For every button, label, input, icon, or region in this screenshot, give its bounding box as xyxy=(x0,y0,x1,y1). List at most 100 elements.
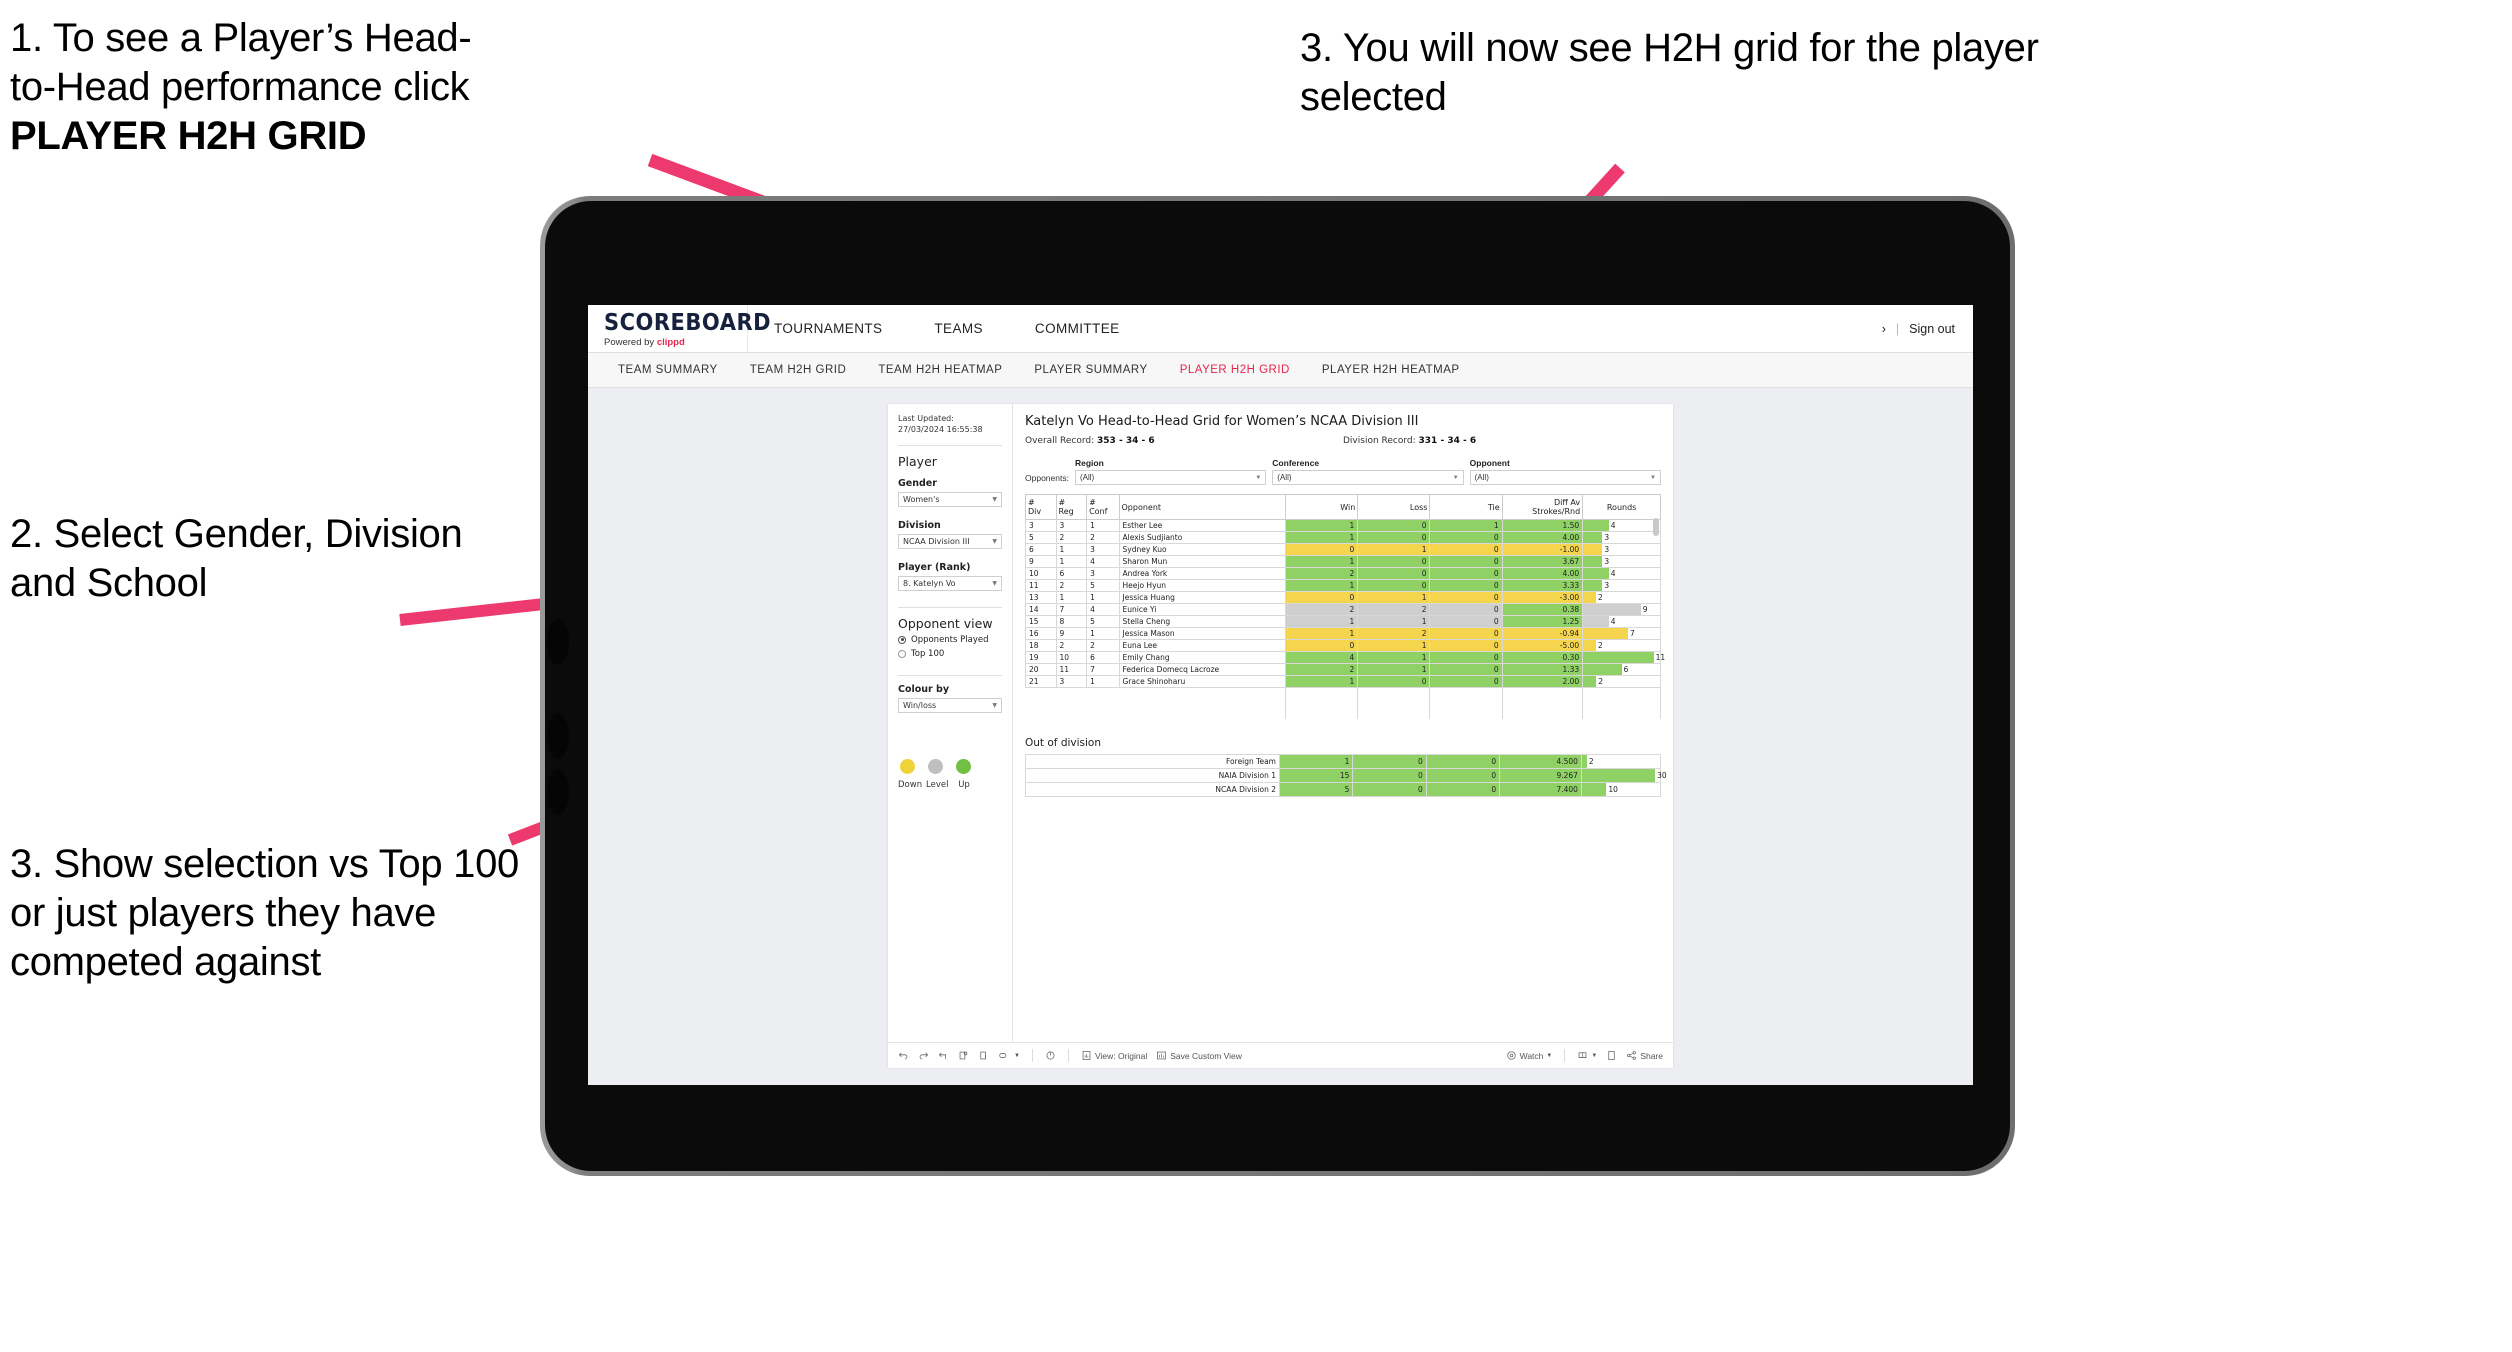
tab-team-summary[interactable]: TEAM SUMMARY xyxy=(602,364,734,376)
gender-label: Gender xyxy=(898,477,937,489)
table-cell: 6 xyxy=(1025,543,1057,557)
table-row[interactable]: 11 2 5 Heejo Hyun 1 0 0 3.33 3 xyxy=(1025,579,1661,593)
radio-opponents-played[interactable]: Opponents Played xyxy=(898,635,1002,645)
tab-team-h2h-heatmap[interactable]: TEAM H2H HEATMAP xyxy=(862,364,1018,376)
table-row[interactable]: 15 8 5 Stella Cheng 1 1 0 1.25 4 xyxy=(1025,615,1661,629)
player-rank-label: Player (Rank) xyxy=(898,561,971,573)
rounds-bar xyxy=(1583,628,1628,640)
gender-select[interactable]: Women's ▼ xyxy=(898,491,1002,507)
table-cell: 0 xyxy=(1429,531,1503,545)
table-row[interactable]: 19 10 6 Emily Chang 4 1 0 0.30 11 xyxy=(1025,651,1665,665)
column-header[interactable]: # Conf xyxy=(1086,493,1120,521)
nav-item-teams[interactable]: TEAMS xyxy=(908,305,1009,352)
last-updated-label: Last Updated: 27/03/2024 16:55:38 xyxy=(898,414,983,434)
annotation-step-1-line1: 1. To see a Player’s Head- xyxy=(10,16,472,60)
tab-player-h2h-heatmap[interactable]: PLAYER H2H HEATMAP xyxy=(1306,364,1476,376)
table-row[interactable]: 3 3 1 Esther Lee 1 0 1 1.50 4 xyxy=(1025,519,1661,533)
column-header[interactable]: Rounds xyxy=(1582,493,1661,521)
opponent-name: Sharon Mun xyxy=(1118,555,1287,569)
nav-item-tournaments[interactable]: TOURNAMENTS xyxy=(748,305,908,352)
opponent-name: Alexis Sudjianto xyxy=(1118,531,1287,545)
tablet-side-button-bottom xyxy=(547,769,569,815)
chevron-right-icon[interactable]: › xyxy=(1882,322,1886,336)
diff-cell: 9.267 xyxy=(1499,768,1582,784)
colour-by-select[interactable]: Win/loss ▼ xyxy=(898,697,1002,713)
rounds-bar xyxy=(1583,640,1596,652)
division-select[interactable]: NCAA Division III ▼ xyxy=(898,533,1002,549)
table-row[interactable]: 20 11 7 Federica Domecq Lacroze 2 1 0 1.33 6 xyxy=(1025,663,1661,677)
table-row[interactable]: 9 1 4 Sharon Mun 1 0 0 3.67 3 xyxy=(1025,555,1661,569)
column-header[interactable]: Loss xyxy=(1357,493,1431,521)
save-custom-view-button[interactable]: Save Custom View xyxy=(1156,1050,1242,1061)
table-scrollbar[interactable] xyxy=(1653,510,1659,710)
table-cell: 0 xyxy=(1429,639,1503,653)
annotation-step-4: 3. You will now see H2H grid for the pla… xyxy=(1300,26,2039,119)
divider: | xyxy=(1895,321,1900,336)
pause-icon[interactable] xyxy=(978,1050,989,1061)
share-button[interactable]: Share xyxy=(1626,1050,1663,1061)
overall-record-label: Overall Record: xyxy=(1025,436,1095,446)
legend-label-down: Down xyxy=(898,779,923,790)
table-cell: 3 xyxy=(1086,543,1120,557)
rounds-value: 3 xyxy=(1604,544,1610,554)
chevron-down-icon: ▼ xyxy=(992,537,997,545)
out-of-division-row[interactable]: NAIA Division 1 15 0 0 9.267 30 xyxy=(1025,768,1667,784)
table-cell: 1 xyxy=(1357,615,1431,629)
tablet-side-button-top xyxy=(547,619,569,665)
column-header[interactable]: Tie xyxy=(1429,493,1503,521)
rounds-bar xyxy=(1583,652,1654,664)
table-row[interactable]: 5 2 2 Alexis Sudjianto 1 0 0 4.00 3 xyxy=(1025,531,1661,545)
revert-icon[interactable] xyxy=(938,1050,949,1061)
conference-label: Conference xyxy=(1272,458,1320,468)
player-rank-select[interactable]: 8. Katelyn Vo ▼ xyxy=(898,575,1002,591)
column-header[interactable]: Diff Av Strokes/Rnd xyxy=(1501,493,1584,521)
out-of-division-row[interactable]: Foreign Team 1 0 0 4.500 2 xyxy=(1025,754,1662,770)
region-select[interactable]: (All) ▼ xyxy=(1074,470,1267,485)
brand-logo[interactable]: SCOREBOARD Powered by clippd xyxy=(588,305,771,352)
view-original-button[interactable]: View: Original xyxy=(1081,1050,1147,1061)
undo-icon[interactable] xyxy=(898,1050,909,1061)
table-cell: 0 xyxy=(1357,579,1431,593)
nav-item-committee[interactable]: COMMITTEE xyxy=(1009,305,1146,352)
radio-top-100[interactable]: Top 100 xyxy=(898,649,1002,659)
conference-select[interactable]: (All) ▼ xyxy=(1272,470,1464,485)
logo-subtitle-prefix: Powered by xyxy=(604,336,657,348)
table-row[interactable]: 13 1 1 Jessica Huang 0 1 0 -3.00 2 xyxy=(1025,591,1661,605)
table-row[interactable]: 10 6 3 Andrea York 2 0 0 4.00 4 xyxy=(1025,567,1661,581)
table-row[interactable]: 18 2 2 Euna Lee 0 1 0 -5.00 2 xyxy=(1025,639,1661,653)
table-cell: 1 xyxy=(1357,663,1431,677)
column-header[interactable]: # Div xyxy=(1025,493,1057,521)
table-row[interactable]: 16 9 1 Jessica Mason 1 2 0 -0.94 7 xyxy=(1025,627,1661,641)
annotation-step-3: 3. Show selection vs Top 100 or just pla… xyxy=(10,842,519,984)
download-button[interactable]: ▼ xyxy=(1577,1050,1597,1061)
tab-player-h2h-grid[interactable]: PLAYER H2H GRID xyxy=(1164,364,1306,376)
column-header[interactable]: # Reg xyxy=(1055,493,1088,521)
table-row[interactable]: 14 7 4 Eunice Yi 2 2 0 0.38 9 xyxy=(1025,603,1661,617)
sign-out-link[interactable]: Sign out xyxy=(1909,322,1955,336)
table-cell: 3 xyxy=(1086,567,1120,581)
redo-icon[interactable] xyxy=(918,1050,929,1061)
opponent-select[interactable]: (All) ▼ xyxy=(1469,470,1661,485)
colour-by-filter: Colour by Win/loss ▼ xyxy=(898,684,1002,713)
annotation-step-1-bold: PLAYER H2H GRID xyxy=(10,113,367,158)
column-header[interactable]: Opponent xyxy=(1118,493,1287,521)
opponent-name: Eunice Yi xyxy=(1118,603,1287,617)
tab-player-summary[interactable]: PLAYER SUMMARY xyxy=(1018,364,1163,376)
column-header[interactable]: Win xyxy=(1285,493,1359,521)
scrollbar-thumb[interactable] xyxy=(1653,518,1659,536)
pause-auto-update-icon[interactable] xyxy=(1045,1050,1056,1061)
tab-team-h2h-grid[interactable]: TEAM H2H GRID xyxy=(734,364,863,376)
table-cell: 4 xyxy=(1086,603,1120,617)
table-cell: 14 xyxy=(1025,603,1057,617)
table-row[interactable]: 6 1 3 Sydney Kuo 0 1 0 -1.00 3 xyxy=(1025,543,1661,557)
opponent-name: Heejo Hyun xyxy=(1118,579,1287,593)
radio-top-100-label: Top 100 xyxy=(911,648,945,659)
rounds-bar-cell: 11 xyxy=(1582,651,1665,665)
device-layout-icon[interactable]: ▼ xyxy=(998,1050,1020,1061)
out-of-division-row[interactable]: NCAA Division 2 5 0 0 7.400 10 xyxy=(1025,782,1662,798)
fullscreen-button[interactable] xyxy=(1606,1050,1617,1061)
table-cell: 11 xyxy=(1055,663,1088,677)
legend-label-up: Up xyxy=(958,779,970,790)
refresh-icon[interactable] xyxy=(958,1050,969,1061)
watch-button[interactable]: Watch ▼ xyxy=(1506,1050,1552,1061)
